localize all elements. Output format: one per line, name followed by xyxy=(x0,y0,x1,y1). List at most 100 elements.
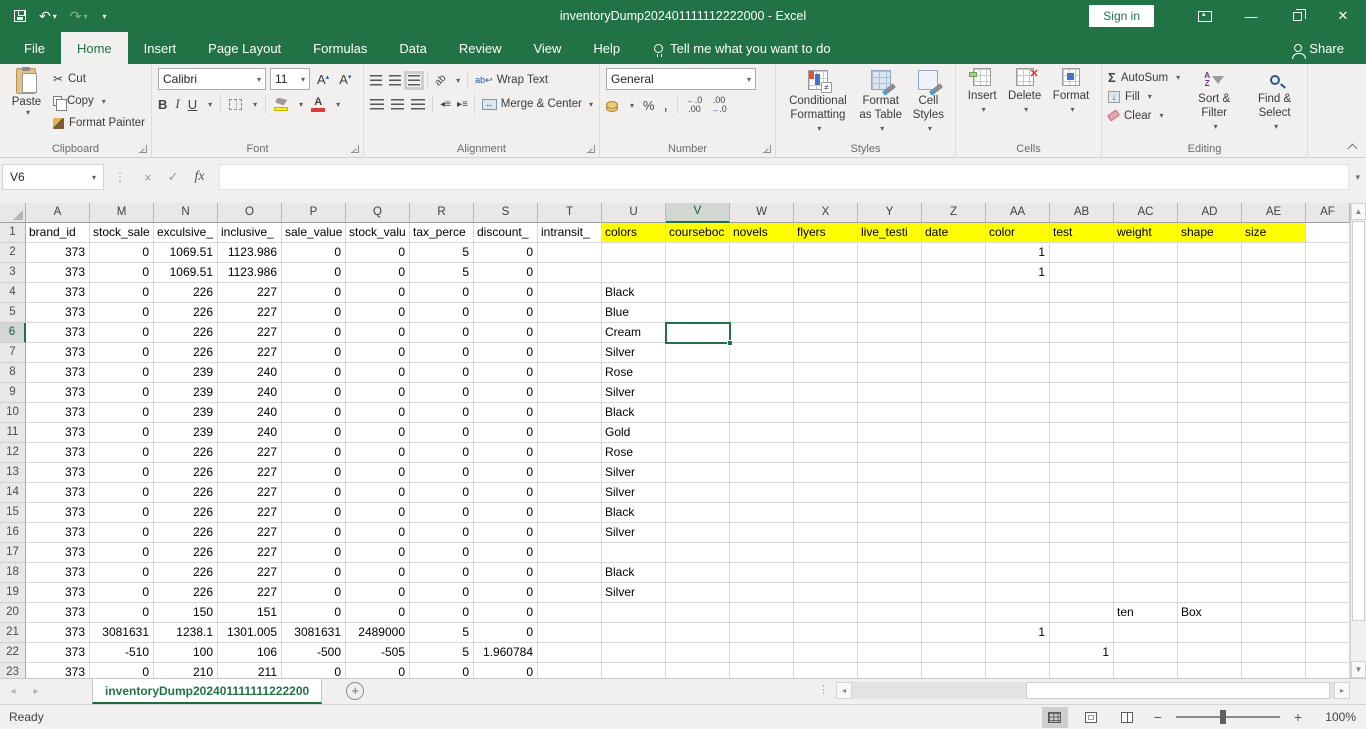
column-header-AB[interactable]: AB xyxy=(1050,203,1114,223)
cell-O19[interactable]: 227 xyxy=(218,583,282,603)
cell-Z9[interactable] xyxy=(922,383,986,403)
enter-icon[interactable]: ✓ xyxy=(168,169,179,185)
delete-cells-button[interactable]: ✕ Delete▾ xyxy=(1003,68,1046,117)
cell-W9[interactable] xyxy=(730,383,794,403)
cell-Y5[interactable] xyxy=(858,303,922,323)
cell-A3[interactable]: 373 xyxy=(26,263,90,283)
cell-AD4[interactable] xyxy=(1178,283,1242,303)
cell-T5[interactable] xyxy=(538,303,602,323)
column-header-N[interactable]: N xyxy=(154,203,218,223)
cell-Z22[interactable] xyxy=(922,643,986,663)
cell-Y1[interactable]: live_testi xyxy=(858,223,922,243)
cell-R9[interactable]: 0 xyxy=(410,383,474,403)
cell-O6[interactable]: 227 xyxy=(218,323,282,343)
sheet-tab[interactable]: inventoryDump202401111111222200 xyxy=(92,679,322,704)
cell-AA19[interactable] xyxy=(986,583,1050,603)
cell-M6[interactable]: 0 xyxy=(90,323,154,343)
cell-AF18[interactable] xyxy=(1306,563,1350,583)
cell-N6[interactable]: 226 xyxy=(154,323,218,343)
cell-AE14[interactable] xyxy=(1242,483,1306,503)
row-header-1[interactable]: 1 xyxy=(0,223,26,243)
cell-AF8[interactable] xyxy=(1306,363,1350,383)
cell-AA20[interactable] xyxy=(986,603,1050,623)
cell-S8[interactable]: 0 xyxy=(474,363,538,383)
cell-M17[interactable]: 0 xyxy=(90,543,154,563)
row-header-5[interactable]: 5 xyxy=(0,303,26,323)
cell-X4[interactable] xyxy=(794,283,858,303)
cell-P21[interactable]: 3081631 xyxy=(282,623,346,643)
cell-O18[interactable]: 227 xyxy=(218,563,282,583)
cell-Q17[interactable]: 0 xyxy=(346,543,410,563)
font-color-icon[interactable]: A xyxy=(311,97,325,112)
cell-W7[interactable] xyxy=(730,343,794,363)
cell-Z15[interactable] xyxy=(922,503,986,523)
cell-S19[interactable]: 0 xyxy=(474,583,538,603)
column-header-AA[interactable]: AA xyxy=(986,203,1050,223)
cell-R2[interactable]: 5 xyxy=(410,243,474,263)
cell-A4[interactable]: 373 xyxy=(26,283,90,303)
cell-A5[interactable]: 373 xyxy=(26,303,90,323)
cell-M18[interactable]: 0 xyxy=(90,563,154,583)
cell-N10[interactable]: 239 xyxy=(154,403,218,423)
cell-AB9[interactable] xyxy=(1050,383,1114,403)
row-header-2[interactable]: 2 xyxy=(0,243,26,263)
row-header-15[interactable]: 15 xyxy=(0,503,26,523)
cell-R7[interactable]: 0 xyxy=(410,343,474,363)
cell-AB6[interactable] xyxy=(1050,323,1114,343)
cell-AD20[interactable]: Box xyxy=(1178,603,1242,623)
cell-U22[interactable] xyxy=(602,643,666,663)
column-header-AE[interactable]: AE xyxy=(1242,203,1306,223)
cell-Y22[interactable] xyxy=(858,643,922,663)
column-header-M[interactable]: M xyxy=(90,203,154,223)
cell-W4[interactable] xyxy=(730,283,794,303)
tab-data[interactable]: Data xyxy=(383,32,442,64)
cell-Q20[interactable]: 0 xyxy=(346,603,410,623)
percent-style-icon[interactable]: % xyxy=(643,98,655,113)
cell-AA17[interactable] xyxy=(986,543,1050,563)
cell-O15[interactable]: 227 xyxy=(218,503,282,523)
cell-Q19[interactable]: 0 xyxy=(346,583,410,603)
cell-Q14[interactable]: 0 xyxy=(346,483,410,503)
cell-AD19[interactable] xyxy=(1178,583,1242,603)
customize-quick-access-icon[interactable]: ▾ xyxy=(101,12,107,21)
cell-M3[interactable]: 0 xyxy=(90,263,154,283)
cell-T16[interactable] xyxy=(538,523,602,543)
bold-button[interactable]: B xyxy=(158,97,167,112)
cell-AB2[interactable] xyxy=(1050,243,1114,263)
row-header-4[interactable]: 4 xyxy=(0,283,26,303)
cell-N7[interactable]: 226 xyxy=(154,343,218,363)
cell-A8[interactable]: 373 xyxy=(26,363,90,383)
cell-A11[interactable]: 373 xyxy=(26,423,90,443)
cell-R11[interactable]: 0 xyxy=(410,423,474,443)
row-header-13[interactable]: 13 xyxy=(0,463,26,483)
cell-AB11[interactable] xyxy=(1050,423,1114,443)
cell-O7[interactable]: 227 xyxy=(218,343,282,363)
cell-AC13[interactable] xyxy=(1114,463,1178,483)
cell-AD18[interactable] xyxy=(1178,563,1242,583)
cell-P14[interactable]: 0 xyxy=(282,483,346,503)
cell-AC10[interactable] xyxy=(1114,403,1178,423)
cell-Q10[interactable]: 0 xyxy=(346,403,410,423)
cell-AC17[interactable] xyxy=(1114,543,1178,563)
cell-N15[interactable]: 226 xyxy=(154,503,218,523)
cell-S5[interactable]: 0 xyxy=(474,303,538,323)
cell-S18[interactable]: 0 xyxy=(474,563,538,583)
zoom-slider[interactable] xyxy=(1176,716,1280,718)
row-header-17[interactable]: 17 xyxy=(0,543,26,563)
cell-AF14[interactable] xyxy=(1306,483,1350,503)
cell-W2[interactable] xyxy=(730,243,794,263)
insert-cells-button[interactable]: Insert▾ xyxy=(963,68,1002,117)
cell-A19[interactable]: 373 xyxy=(26,583,90,603)
cell-T17[interactable] xyxy=(538,543,602,563)
cell-AD7[interactable] xyxy=(1178,343,1242,363)
cell-AA18[interactable] xyxy=(986,563,1050,583)
cell-AE6[interactable] xyxy=(1242,323,1306,343)
cell-N11[interactable]: 239 xyxy=(154,423,218,443)
cell-N23[interactable]: 210 xyxy=(154,663,218,678)
column-header-O[interactable]: O xyxy=(218,203,282,223)
cell-AD8[interactable] xyxy=(1178,363,1242,383)
cell-AD12[interactable] xyxy=(1178,443,1242,463)
cell-W3[interactable] xyxy=(730,263,794,283)
cell-X10[interactable] xyxy=(794,403,858,423)
row-header-19[interactable]: 19 xyxy=(0,583,26,603)
